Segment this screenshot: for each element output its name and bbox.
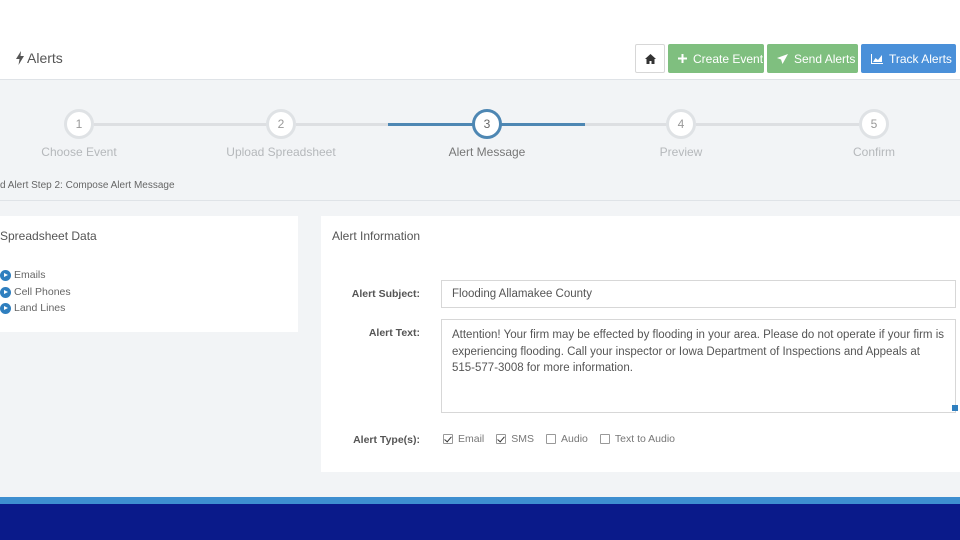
wizard-connector <box>696 123 859 126</box>
alert-types-group: Email SMS Audio Text to Audio <box>443 433 675 445</box>
alert-type-audio[interactable]: Audio <box>546 433 588 445</box>
play-circle-icon <box>0 302 11 314</box>
list-item-label: Emails <box>14 269 46 281</box>
alert-type-label: Audio <box>561 433 588 445</box>
chart-icon <box>871 53 883 64</box>
track-alerts-label: Track Alerts <box>889 51 952 66</box>
alert-types-label: Alert Type(s): <box>353 434 420 446</box>
bolt-icon <box>16 51 24 65</box>
audio-checkbox[interactable] <box>546 434 557 444</box>
track-alerts-button[interactable]: Track Alerts <box>861 44 956 73</box>
alert-type-label: SMS <box>511 433 535 445</box>
list-item-label: Land Lines <box>14 302 66 314</box>
page-title-text: Alerts <box>27 50 63 66</box>
wizard-connector-active <box>388 123 473 126</box>
alert-type-email[interactable]: Email <box>443 433 484 445</box>
alert-subject-label: Alert Subject: <box>351 288 420 300</box>
play-circle-icon <box>0 286 11 298</box>
wizard-step-5[interactable]: 5 <box>859 109 889 139</box>
list-item-label: Cell Phones <box>14 286 71 298</box>
create-event-label: Create Event <box>693 51 764 66</box>
text-to-audio-checkbox[interactable] <box>599 434 610 444</box>
resize-handle[interactable] <box>952 405 958 411</box>
alert-info-panel-title: Alert Information <box>332 229 421 243</box>
home-button[interactable] <box>635 44 665 73</box>
wizard-connector-active <box>500 123 585 126</box>
plus-icon <box>678 54 687 63</box>
home-icon <box>644 53 656 64</box>
wizard-step-label-3: Alert Message <box>448 145 526 159</box>
alert-type-label: Text to Audio <box>614 433 676 445</box>
footer-accent-bar <box>0 497 960 504</box>
list-item-land-lines[interactable]: Land Lines <box>0 302 65 314</box>
paper-plane-icon <box>777 53 788 64</box>
wizard-connector <box>296 123 388 126</box>
breadcrumb: d Alert Step 2: Compose Alert Message <box>0 180 175 191</box>
page-title: Alerts <box>16 50 63 66</box>
alert-type-text-to-audio[interactable]: Text to Audio <box>599 433 676 445</box>
alert-type-label: Email <box>458 433 485 445</box>
wizard-step-label-2: Upload Spreadsheet <box>226 145 336 159</box>
alert-text-label: Alert Text: <box>368 327 420 339</box>
alert-text-input[interactable]: Attention! Your firm may be effected by … <box>441 319 956 413</box>
list-item-cell-phones[interactable]: Cell Phones <box>0 286 71 298</box>
send-alerts-label: Send Alerts <box>794 51 856 66</box>
wizard-connector <box>94 123 267 126</box>
wizard-connector <box>585 123 667 126</box>
footer-bar <box>0 504 960 540</box>
wizard-step-label-5: Confirm <box>852 145 895 159</box>
app-header: Alerts Create Event Send Alerts Track Al <box>0 0 960 80</box>
toolbar: Create Event Send Alerts Track Alerts <box>635 44 956 73</box>
alert-subject-input[interactable] <box>441 280 956 308</box>
send-alerts-button[interactable]: Send Alerts <box>767 44 858 73</box>
wizard-step-2[interactable]: 2 <box>266 109 296 139</box>
wizard-step-3[interactable]: 3 <box>472 109 502 139</box>
create-event-button[interactable]: Create Event <box>668 44 764 73</box>
divider <box>0 200 960 201</box>
wizard-step-4[interactable]: 4 <box>666 109 696 139</box>
list-item-emails[interactable]: Emails <box>0 269 46 281</box>
sms-checkbox[interactable] <box>496 434 507 444</box>
wizard-step-label-1: Choose Event <box>41 145 117 159</box>
spreadsheet-panel-title: Spreadsheet Data <box>0 229 97 243</box>
wizard-step-label-4: Preview <box>659 145 703 159</box>
play-circle-icon <box>0 269 11 281</box>
email-checkbox[interactable] <box>443 434 453 444</box>
alert-type-sms[interactable]: SMS <box>496 433 534 445</box>
wizard-step-1[interactable]: 1 <box>64 109 94 139</box>
